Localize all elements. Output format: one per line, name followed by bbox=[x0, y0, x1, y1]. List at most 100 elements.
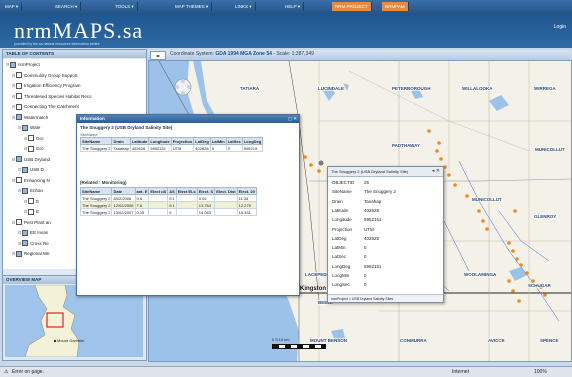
layer-checkbox[interactable] bbox=[22, 124, 28, 131]
layer-checkbox[interactable] bbox=[22, 187, 28, 194]
column-header[interactable]: Elect. 20 bbox=[236, 187, 257, 195]
table-cell: 0.15 bbox=[134, 208, 150, 216]
menu-nrm-project[interactable]: NRM PROJECT bbox=[332, 2, 372, 11]
info-window-controls[interactable]: ▢ ✕ bbox=[288, 116, 297, 122]
attribute-value: 402628 bbox=[364, 207, 380, 213]
layer-checkbox[interactable] bbox=[28, 145, 34, 152]
column-header[interactable]: Elect. S bbox=[196, 187, 216, 195]
toc-layer-item[interactable]: ⊟ EE Invas bbox=[18, 229, 48, 236]
menu-links[interactable]: LINKS ▾ bbox=[232, 2, 256, 11]
toc-layer-item[interactable]: ⊟ Community Group Support bbox=[12, 72, 78, 79]
toc-layer-item[interactable]: ⊟ Irrigation Efficiency Program bbox=[12, 82, 80, 89]
toc-layer-item[interactable]: ⊟ nrmProject bbox=[6, 61, 40, 68]
app-tagline: provided by the sa natural resources inf… bbox=[14, 42, 100, 46]
column-header[interactable]: Elect. Dist bbox=[214, 187, 238, 195]
table-row[interactable]: The Snuggery 2 12/02/2008 7.6 9.1 13.764 12.2… bbox=[79, 201, 257, 209]
toc-layer-item[interactable]: ⊟ Regional We bbox=[12, 250, 50, 257]
popup-attribute-row: LongMin 0 bbox=[332, 272, 367, 280]
layer-checkbox[interactable] bbox=[16, 93, 22, 100]
layer-checkbox[interactable] bbox=[16, 219, 22, 226]
layer-checkbox[interactable] bbox=[22, 240, 28, 247]
column-header[interactable]: AS bbox=[167, 187, 177, 195]
menu-map[interactable]: MAP ▾ bbox=[2, 2, 23, 11]
column-header[interactable]: ant. E bbox=[134, 187, 150, 195]
toc-layer-item[interactable]: ⊟ Watermatch bbox=[12, 114, 48, 121]
column-header[interactable]: Drain bbox=[111, 137, 131, 145]
column-header[interactable]: LatDeg bbox=[193, 137, 211, 145]
toc-layer-item[interactable]: ⊟ USB D bbox=[18, 166, 44, 173]
toc-layer-item[interactable]: ⊟ Enhan bbox=[18, 187, 43, 194]
attribute-name: LatSec bbox=[332, 254, 347, 260]
column-header[interactable]: Latitude bbox=[129, 137, 150, 145]
info-titlebar[interactable]: Information bbox=[77, 115, 299, 123]
login-link[interactable]: Login bbox=[554, 24, 566, 30]
layer-checkbox[interactable] bbox=[28, 135, 34, 142]
layer-checkbox[interactable] bbox=[16, 156, 22, 163]
attribute-value: 5952151 bbox=[364, 263, 382, 269]
layer-checkbox[interactable] bbox=[10, 61, 16, 68]
place-label: LACEPEDE bbox=[305, 272, 330, 277]
toc-layer-item[interactable]: ⊟ E bbox=[24, 198, 39, 205]
column-header[interactable]: Elect ELs bbox=[175, 187, 198, 195]
menu-help[interactable]: HELP ▾ bbox=[282, 2, 305, 11]
toc-layer-item[interactable]: ⊟ Cross Re bbox=[18, 240, 49, 247]
toc-layer-item[interactable]: ⊟ Enhancing N bbox=[12, 177, 50, 184]
close-icon[interactable]: ◂ ✕ bbox=[432, 168, 440, 174]
toc-layer-item[interactable]: ⊟ Connecting The Catchment bbox=[12, 103, 79, 110]
toc-layer-item[interactable]: ⊟ E bbox=[24, 208, 39, 215]
table-cell: 12.279 bbox=[236, 201, 257, 209]
app-logo[interactable]: nrmMAPS.sa bbox=[14, 18, 143, 44]
layer-checkbox[interactable] bbox=[22, 166, 28, 173]
toc-layer-item[interactable]: ⊟ Gro bbox=[24, 135, 44, 142]
column-header[interactable]: Date bbox=[111, 187, 136, 195]
selected-site-marker[interactable] bbox=[317, 159, 325, 167]
attribute-name: Projection bbox=[332, 226, 353, 232]
column-header[interactable]: Elect uS bbox=[148, 187, 169, 195]
column-header[interactable]: LatMin bbox=[209, 137, 227, 145]
status-text[interactable]: Error on page. bbox=[12, 368, 44, 376]
zoom-level[interactable]: 100% bbox=[534, 368, 547, 376]
layer-checkbox[interactable] bbox=[16, 72, 22, 79]
table-row[interactable]: The Snuggery 2 Tanahap 402628 5952151 UTM 402… bbox=[79, 144, 264, 152]
table-cell bbox=[148, 201, 169, 209]
related-section-title: (Related : Monitoring) bbox=[80, 180, 127, 185]
column-header[interactable]: LatSec bbox=[225, 137, 243, 145]
identify-popup[interactable]: The Snuggery 2 (USB Dryland Salinity Sit… bbox=[327, 166, 444, 303]
column-header[interactable]: LongDeg bbox=[241, 137, 264, 145]
column-header[interactable]: Longitude bbox=[148, 137, 172, 145]
info-section-title: The Snuggery 2 (USB Dryland Salinity Sit… bbox=[80, 125, 173, 130]
column-header[interactable]: SiteName bbox=[79, 187, 113, 195]
layer-label: EE Invas bbox=[30, 230, 49, 235]
table-cell: 0.6 bbox=[134, 194, 150, 202]
table-row[interactable]: The Snuggery 2 13/02/2007 0.15 9 14.043 15.33… bbox=[79, 208, 257, 216]
column-header[interactable]: Projection bbox=[170, 137, 195, 145]
toc-title: TABLE OF CONTENTS bbox=[3, 50, 146, 58]
layer-checkbox[interactable] bbox=[16, 177, 22, 184]
toc-layer-item[interactable]: ⊟ Gro bbox=[24, 145, 44, 152]
table-cell: 5952151 bbox=[148, 144, 172, 152]
layer-checkbox[interactable] bbox=[16, 250, 22, 257]
map-pan-arrows[interactable]: ◂▸ bbox=[150, 51, 166, 60]
menu-search[interactable]: SEARCH ▾ bbox=[52, 2, 82, 11]
toc-layer-item[interactable]: ⊟ Pest Plant an bbox=[12, 219, 51, 226]
table-row[interactable]: The Snuggery 2 8/02/2006 0.6 9.1 0.92 11.34 bbox=[79, 194, 257, 202]
toc-layer-item[interactable]: ⊟ Threatened Species Habitat Reco bbox=[12, 93, 92, 100]
layer-checkbox[interactable] bbox=[22, 229, 28, 236]
layer-checkbox[interactable] bbox=[28, 198, 34, 205]
layer-checkbox[interactable] bbox=[16, 103, 22, 110]
place-label: GLENROY bbox=[534, 214, 557, 219]
layer-label: Community Group Support bbox=[24, 72, 78, 78]
toc-layer-item[interactable]: ⊟ Wate bbox=[18, 124, 40, 131]
layer-checkbox[interactable] bbox=[16, 82, 22, 89]
layer-checkbox[interactable] bbox=[28, 208, 34, 215]
table-cell: 13.764 bbox=[196, 201, 216, 209]
toc-layer-item[interactable]: ⊟ USB Dryland bbox=[12, 156, 50, 163]
table-cell: 15.331 bbox=[236, 208, 257, 216]
layer-checkbox[interactable] bbox=[16, 114, 22, 121]
pan-control[interactable] bbox=[173, 77, 193, 97]
menu-nrmpam[interactable]: NRMPAM bbox=[382, 2, 409, 11]
menu-tools[interactable]: TOOLS ▾ bbox=[112, 2, 138, 11]
menu-map-themes[interactable]: MAP THEMES ▾ bbox=[172, 2, 213, 11]
column-header[interactable]: SiteName bbox=[79, 137, 113, 145]
information-window[interactable]: Information ▢ ✕ The Snuggery 2 (USB Dryl… bbox=[76, 114, 300, 296]
